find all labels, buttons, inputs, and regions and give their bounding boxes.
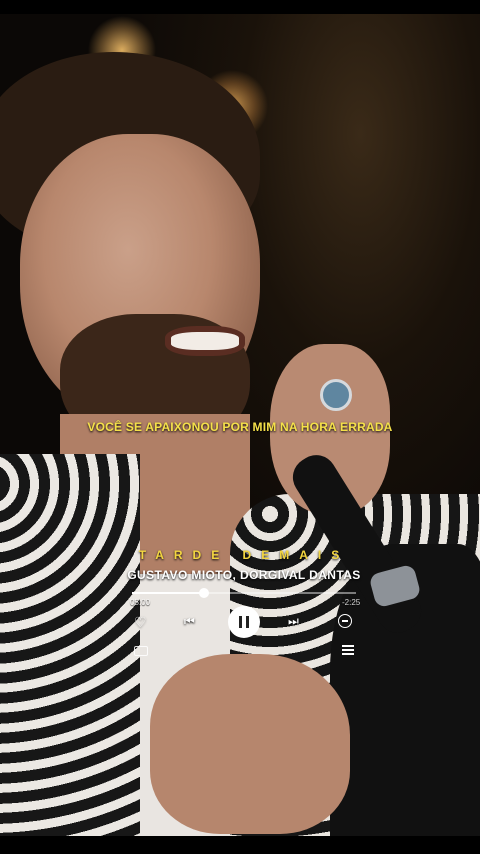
previous-icon[interactable]: ⏮ — [184, 614, 195, 629]
progress-fill — [132, 592, 204, 594]
lyrics-icon[interactable] — [134, 646, 148, 656]
artist-name: GUSTAVO MIOTO, DORGIVAL DANTAS — [127, 568, 361, 582]
song-title: TARDE DEMAIS — [138, 548, 350, 562]
singer-hand-chest — [150, 654, 350, 834]
minus-circle-icon[interactable] — [338, 614, 352, 628]
queue-icon[interactable] — [342, 645, 354, 655]
progress-knob[interactable] — [198, 588, 209, 598]
video-frame: VOCÊ SE APAIXONOU POR MIM NA HORA ERRADA… — [0, 0, 480, 854]
letterbox-top — [0, 0, 480, 14]
pause-icon-bar — [246, 616, 249, 628]
remaining-time: -2:25 — [342, 598, 361, 607]
letterbox-bottom — [0, 836, 480, 854]
ring — [320, 379, 352, 411]
music-player-overlay: TARDE DEMAIS GUSTAVO MIOTO, DORGIVAL DAN… — [118, 544, 370, 664]
heart-icon[interactable]: ♡ — [134, 614, 147, 631]
current-time: 05:00 — [130, 598, 151, 607]
minus-dash — [342, 620, 348, 622]
lyric-line: VOCÊ SE APAIXONOU POR MIM NA HORA ERRADA — [87, 420, 393, 434]
singer-mouth — [165, 326, 245, 356]
progress-bar[interactable] — [132, 588, 356, 598]
next-icon[interactable]: ⏭ — [288, 614, 299, 629]
pause-button[interactable] — [228, 606, 260, 638]
pause-icon — [239, 616, 242, 628]
